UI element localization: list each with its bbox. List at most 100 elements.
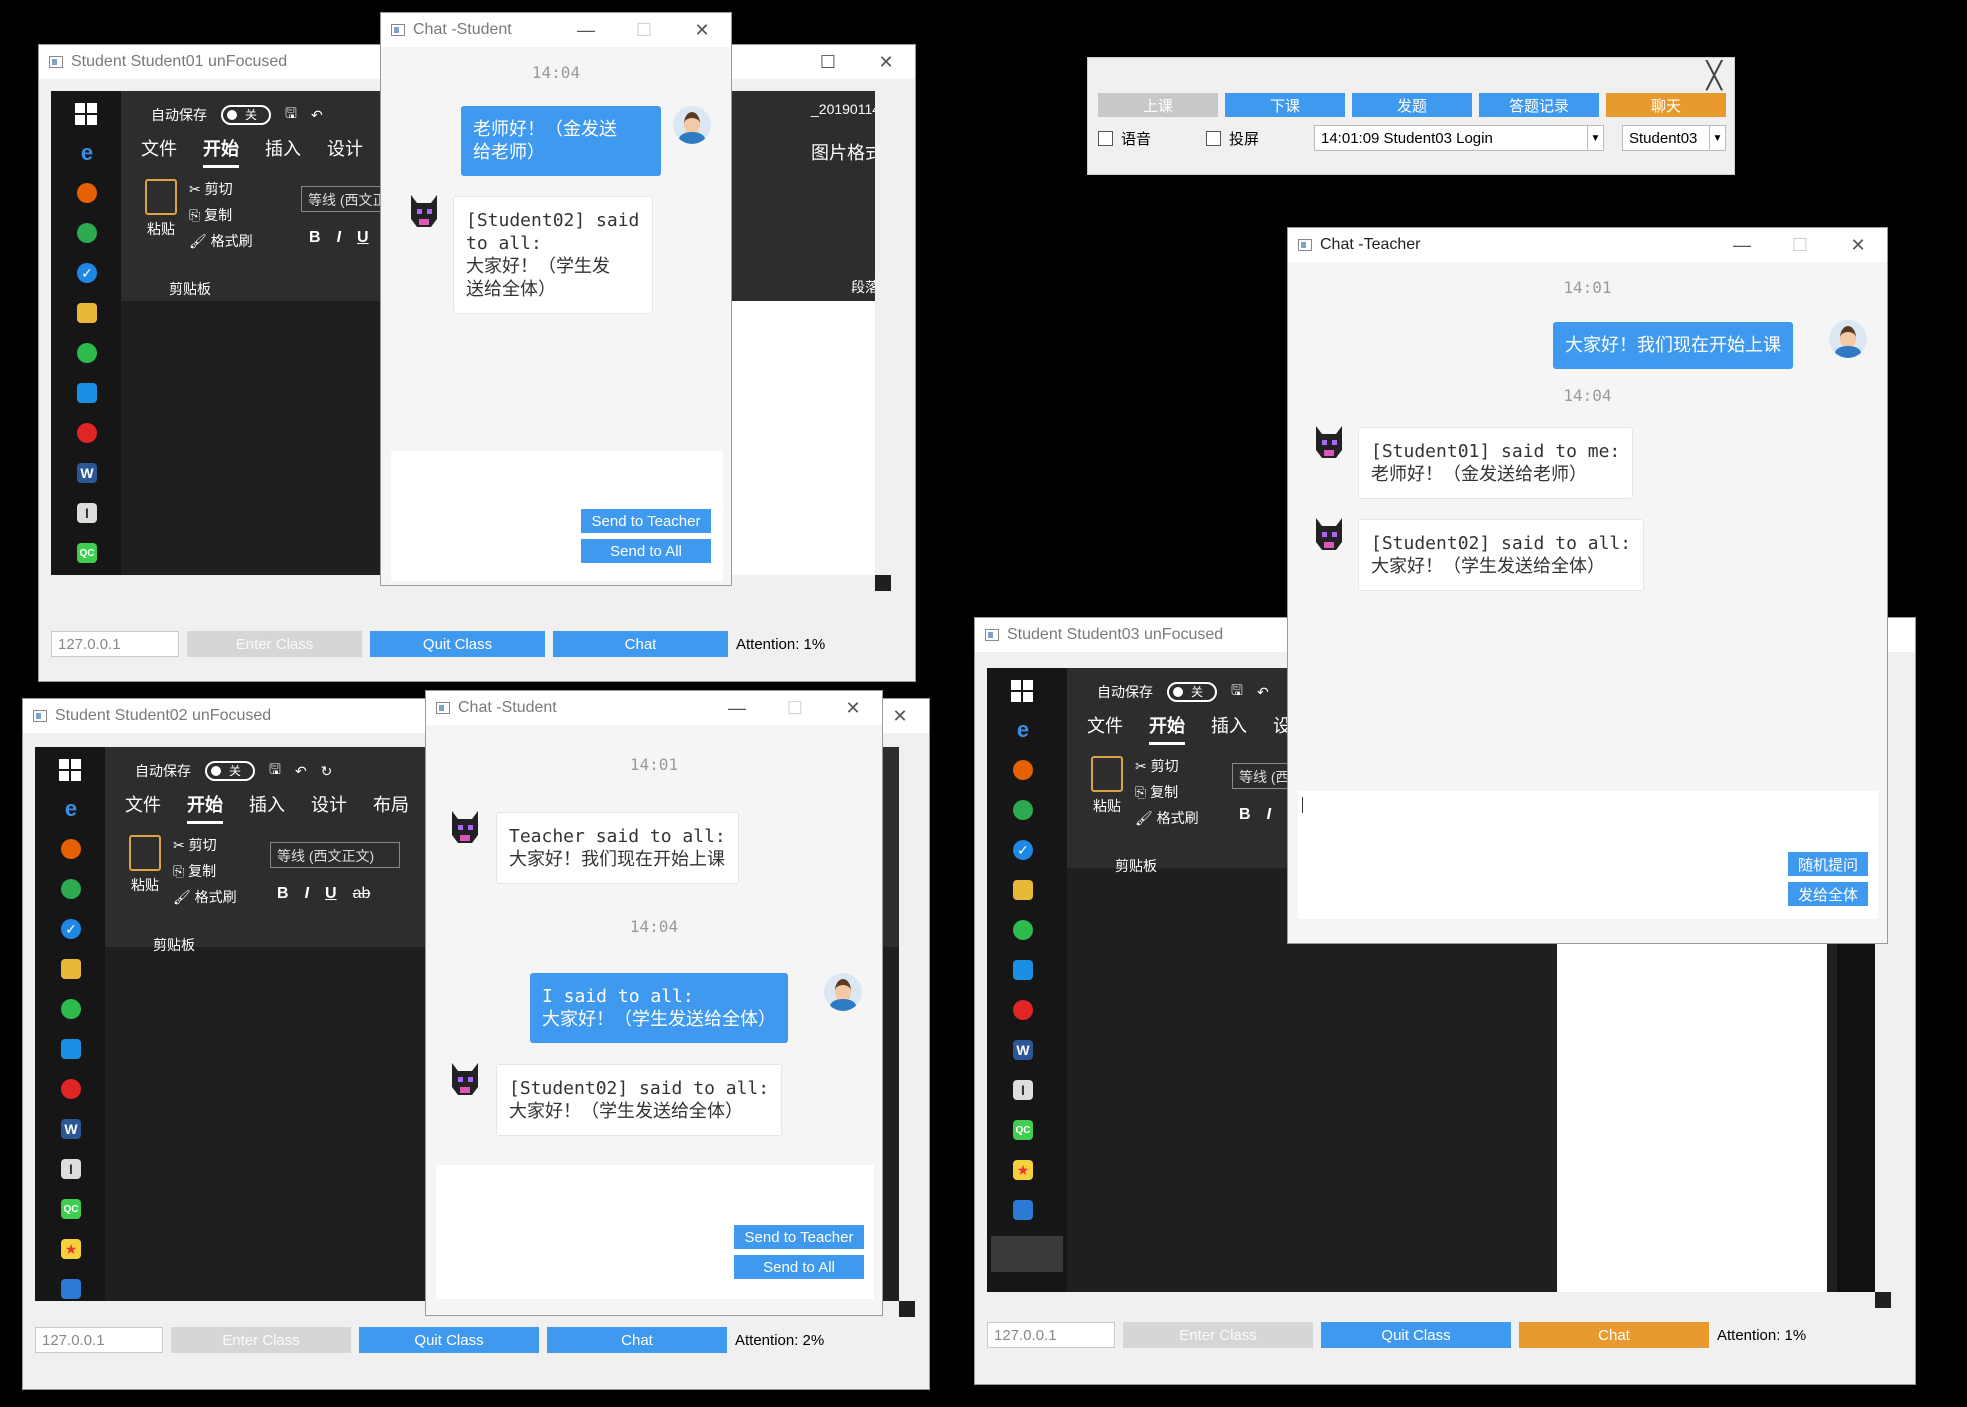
redo-icon[interactable]: ↻ xyxy=(321,763,333,780)
paste-button[interactable]: 粘贴 xyxy=(141,179,181,239)
star-app-icon[interactable]: ★ xyxy=(1013,1160,1033,1180)
maximize-icon[interactable]: ☐ xyxy=(799,45,857,79)
tab-home[interactable]: 开始 xyxy=(1149,712,1185,745)
chat-button[interactable]: 聊天 xyxy=(1606,93,1726,117)
vertical-scrollbar[interactable] xyxy=(875,91,891,575)
ip-input[interactable]: 127.0.0.1 xyxy=(987,1322,1115,1348)
star-app-icon[interactable]: ★ xyxy=(61,1239,81,1259)
answer-records-button[interactable]: 答题记录 xyxy=(1479,93,1599,117)
chat-button[interactable]: Chat xyxy=(547,1327,727,1353)
bold-button[interactable]: B xyxy=(277,885,289,903)
strikethrough-button[interactable]: ab xyxy=(353,885,371,903)
start-class-button[interactable]: 上课 xyxy=(1098,93,1218,117)
close-icon[interactable]: ✕ xyxy=(1829,228,1887,262)
undo-icon[interactable]: ↶ xyxy=(1257,684,1269,701)
font-selector[interactable]: 等线 (西文正 xyxy=(301,186,386,212)
wechat-icon[interactable] xyxy=(61,999,81,1019)
gallery-icon[interactable] xyxy=(1013,1200,1033,1220)
folder-icon[interactable] xyxy=(1013,880,1033,900)
student-app-icon[interactable] xyxy=(991,1236,1063,1272)
question-button[interactable]: 发题 xyxy=(1352,93,1472,117)
edge-icon[interactable]: e xyxy=(1013,717,1033,742)
send-to-teacher-button[interactable]: Send to Teacher xyxy=(734,1225,864,1249)
close-icon[interactable]: ╳ xyxy=(1706,60,1722,91)
tab-insert[interactable]: 插入 xyxy=(1211,712,1247,745)
maximize-icon[interactable]: ☐ xyxy=(615,13,673,47)
photos-icon[interactable] xyxy=(61,1039,81,1059)
vscode-icon[interactable]: ✓ xyxy=(61,919,81,939)
wechat-icon[interactable] xyxy=(77,343,97,363)
gallery-icon[interactable] xyxy=(61,1279,81,1299)
quit-class-button[interactable]: Quit Class xyxy=(370,631,545,657)
screen-share-checkbox[interactable]: 投屏 xyxy=(1206,128,1259,149)
music-icon[interactable] xyxy=(1013,1000,1033,1020)
copy-button[interactable]: ⎘ 复制 xyxy=(189,205,232,225)
word-icon[interactable]: W xyxy=(61,1119,81,1139)
cut-button[interactable]: ✂ 剪切 xyxy=(189,179,233,199)
copy-button[interactable]: ⎘ 复制 xyxy=(173,861,216,881)
save-icon[interactable]: 🖫 xyxy=(1231,680,1243,704)
enter-class-button[interactable]: Enter Class xyxy=(1123,1322,1313,1348)
format-painter-button[interactable]: 🖌 格式刷 xyxy=(173,887,237,907)
qt-icon[interactable]: QC xyxy=(1013,1120,1033,1140)
notes-icon[interactable]: I xyxy=(77,503,97,523)
edge-icon[interactable]: e xyxy=(61,796,81,821)
tab-file[interactable]: 文件 xyxy=(125,791,161,824)
chrome-icon[interactable] xyxy=(1013,800,1033,820)
voice-checkbox[interactable]: 语音 xyxy=(1098,128,1151,149)
chrome-icon[interactable] xyxy=(61,879,81,899)
horizontal-scrollbar[interactable] xyxy=(987,1292,1875,1308)
windows-icon[interactable] xyxy=(1011,680,1033,702)
qt-icon[interactable]: QC xyxy=(77,543,97,563)
bold-button[interactable]: B xyxy=(1239,806,1251,824)
close-icon[interactable]: ✕ xyxy=(857,45,915,79)
tab-insert[interactable]: 插入 xyxy=(265,135,301,168)
tab-design[interactable]: 设计 xyxy=(327,135,363,168)
tab-picture-format[interactable]: 图片格式 xyxy=(811,139,883,165)
folder-icon[interactable] xyxy=(77,303,97,323)
tab-file[interactable]: 文件 xyxy=(141,135,177,168)
chrome-icon[interactable] xyxy=(77,223,97,243)
windows-icon[interactable] xyxy=(59,759,81,781)
edge-icon[interactable]: e xyxy=(77,140,97,165)
tab-home[interactable]: 开始 xyxy=(187,791,223,824)
music-icon[interactable] xyxy=(77,423,97,443)
format-painter-button[interactable]: 🖌 格式刷 xyxy=(1135,808,1199,828)
ip-input[interactable]: 127.0.0.1 xyxy=(35,1327,163,1353)
autosave-toggle[interactable]: 关 xyxy=(221,105,271,125)
italic-button[interactable]: I xyxy=(337,229,341,247)
folder-icon[interactable] xyxy=(61,959,81,979)
notes-icon[interactable]: I xyxy=(1013,1080,1033,1100)
undo-icon[interactable]: ↶ xyxy=(311,107,323,124)
music-icon[interactable] xyxy=(61,1079,81,1099)
wechat-icon[interactable] xyxy=(1013,920,1033,940)
minimize-icon[interactable]: — xyxy=(557,13,615,47)
autosave-toggle[interactable]: 关 xyxy=(205,761,255,781)
save-icon[interactable]: 🖫 xyxy=(269,759,281,783)
paste-button[interactable]: 粘贴 xyxy=(125,835,165,895)
quit-class-button[interactable]: Quit Class xyxy=(1321,1322,1511,1348)
cut-button[interactable]: ✂ 剪切 xyxy=(173,835,217,855)
word-icon[interactable]: W xyxy=(1013,1040,1033,1060)
quit-class-button[interactable]: Quit Class xyxy=(359,1327,539,1353)
log-dropdown[interactable]: 14:01:09 Student03 Login ▼ xyxy=(1314,125,1604,151)
word-icon[interactable]: W xyxy=(77,463,97,483)
tab-home[interactable]: 开始 xyxy=(203,135,239,168)
underline-button[interactable]: U xyxy=(357,229,369,247)
paste-button[interactable]: 粘贴 xyxy=(1087,756,1127,816)
tab-insert[interactable]: 插入 xyxy=(249,791,285,824)
firefox-icon[interactable] xyxy=(61,839,81,859)
enter-class-button[interactable]: Enter Class xyxy=(171,1327,351,1353)
firefox-icon[interactable] xyxy=(77,183,97,203)
autosave-toggle[interactable]: 关 xyxy=(1167,682,1217,702)
send-to-teacher-button[interactable]: Send to Teacher xyxy=(581,509,711,533)
minimize-icon[interactable]: — xyxy=(708,691,766,725)
undo-icon[interactable]: ↶ xyxy=(295,763,307,780)
save-icon[interactable]: 🖫 xyxy=(285,103,297,127)
windows-icon[interactable] xyxy=(75,103,97,125)
photos-icon[interactable] xyxy=(1013,960,1033,980)
font-selector[interactable]: 等线 (西文正文) xyxy=(270,842,400,868)
maximize-icon[interactable]: ☐ xyxy=(1771,228,1829,262)
tab-design[interactable]: 设计 xyxy=(311,791,347,824)
bold-button[interactable]: B xyxy=(309,229,321,247)
